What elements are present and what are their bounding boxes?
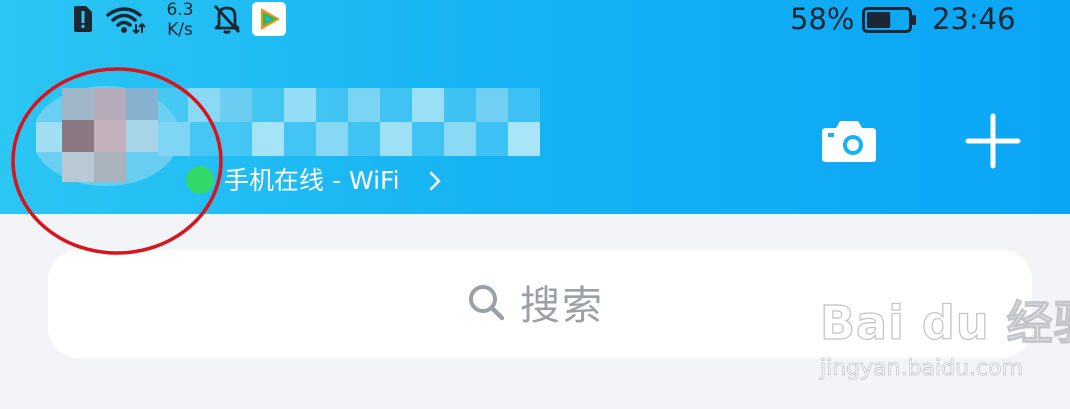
video-app-icon	[252, 2, 286, 36]
bell-muted-icon	[213, 5, 241, 34]
network-speed: 6.3 K/s	[160, 0, 200, 40]
network-speed-unit: K/s	[167, 20, 193, 40]
search-placeholder: 搜索	[520, 283, 604, 329]
battery-fill	[867, 12, 891, 28]
online-status-label[interactable]: 手机在线 - WiFi	[224, 166, 400, 196]
search-icon	[469, 285, 505, 321]
watermark-url: jingyan.baidu.com	[820, 356, 1024, 382]
wifi-icon	[106, 7, 146, 34]
battery-percent: 58%	[790, 2, 855, 36]
online-status-dot	[186, 166, 214, 194]
camera-icon[interactable]	[820, 118, 878, 164]
plus-icon[interactable]	[964, 112, 1022, 170]
watermark-brand: Bai du 经验	[819, 295, 1070, 350]
username	[158, 88, 540, 156]
clock: 23:46	[932, 2, 1016, 36]
sim-alert-icon	[74, 6, 92, 32]
battery-icon	[862, 7, 916, 33]
profile-header: 6.3 K/s 58% 23:46 手机在线 - WiFi	[0, 0, 1070, 214]
watermark: Bai du 经验 jingyan.baidu.com	[819, 295, 1070, 395]
chevron-right-icon[interactable]	[428, 170, 442, 192]
network-speed-value: 6.3	[166, 0, 194, 20]
